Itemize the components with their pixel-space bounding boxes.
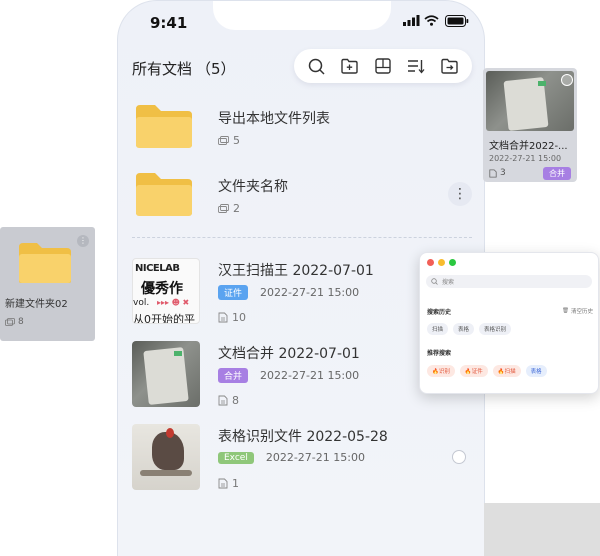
more-icon[interactable]: ⋮ (77, 235, 89, 247)
file-thumbnail: NICELAB 優秀作 vol. ▸▸▸ ☻ ✖ 从0开始的平 (132, 258, 200, 324)
page-icon (218, 478, 228, 489)
file-page-count: 8 (218, 394, 239, 407)
more-icon[interactable]: ⋮ (448, 182, 472, 206)
add-folder-icon[interactable] (339, 55, 361, 77)
recommend-title: 推荐搜索 (427, 350, 452, 357)
file-card-pages: 3 (489, 168, 506, 178)
floating-file-card[interactable]: 文档合并2022-... 2022-27-21 15:00 3 合并 (483, 68, 577, 182)
status-time: 9:41 (150, 14, 188, 32)
page-icon (489, 169, 497, 177)
file-date: 2022-27-21 15:00 (260, 286, 360, 299)
battery-icon (445, 15, 469, 27)
recommend-list: 🔥识别 🔥证件 🔥扫描 表格 (427, 365, 547, 377)
folder-name: 文件夹名称 (218, 179, 288, 195)
preview-panel (484, 503, 600, 556)
sort-icon[interactable] (405, 55, 427, 77)
file-date: 2022-27-21 15:00 (265, 451, 365, 464)
folder-card-name: 新建文件夹02 (5, 299, 68, 310)
recommend-chip[interactable]: 表格 (525, 365, 547, 377)
file-page-count: 10 (218, 311, 246, 324)
file-name: 表格识别文件 2022-05-28 (218, 429, 388, 445)
file-card-date: 2022-27-21 15:00 (489, 154, 562, 163)
notch (213, 1, 391, 30)
folder-row[interactable]: 导出本地文件列表 5 (118, 97, 484, 161)
file-name: 文档合并 2022-07-01 (218, 346, 360, 362)
search-input[interactable]: 搜索 (426, 275, 592, 288)
file-tag: 合并 (218, 368, 249, 383)
select-radio[interactable] (561, 74, 573, 86)
page-icon (218, 395, 228, 406)
file-row[interactable]: 表格识别文件 2022-05-28 Excel 2022-27-21 15:00… (118, 421, 484, 497)
history-chip[interactable]: 表格识别 (479, 323, 512, 335)
file-meta: Excel 2022-27-21 15:00 (218, 451, 365, 464)
recommend-chip[interactable]: 🔥识别 (427, 365, 455, 377)
file-tag: 证件 (218, 285, 249, 300)
file-card-tag: 合并 (543, 167, 571, 180)
file-tag: Excel (218, 451, 254, 464)
folder-icon (136, 105, 192, 148)
stack-icon (5, 318, 15, 326)
file-thumbnail (132, 341, 200, 407)
page-icon (218, 312, 228, 323)
floating-folder-card[interactable]: ⋮ 新建文件夹02 8 (0, 227, 95, 341)
folder-icon (19, 243, 71, 283)
search-icon[interactable] (306, 55, 328, 77)
history-chip[interactable]: 表格 (453, 323, 475, 335)
file-meta: 合并 2022-27-21 15:00 (218, 368, 359, 383)
minimize-icon[interactable] (438, 259, 445, 266)
file-meta: 证件 2022-27-21 15:00 (218, 285, 359, 300)
clear-history-button[interactable]: 🗑 清空历史 (562, 307, 593, 315)
maximize-icon[interactable] (449, 259, 456, 266)
stack-icon (218, 204, 229, 213)
file-thumbnail (132, 424, 200, 490)
file-date: 2022-27-21 15:00 (260, 369, 360, 382)
folder-card-count: 8 (5, 317, 24, 327)
file-card-name: 文档合并2022-... (489, 141, 568, 152)
wifi-icon (424, 15, 439, 26)
file-page-count: 1 (218, 477, 239, 490)
window-controls (427, 259, 456, 266)
recommend-chip[interactable]: 🔥证件 (459, 365, 488, 377)
divider (132, 237, 472, 238)
history-title: 搜索历史 (427, 309, 452, 316)
folder-name: 导出本地文件列表 (218, 111, 330, 127)
history-chip[interactable]: 扫描 (427, 323, 449, 335)
close-icon[interactable] (427, 259, 434, 266)
file-name: 汉王扫描王 2022-07-01 (218, 263, 374, 279)
select-radio[interactable] (452, 450, 466, 464)
trash-icon: 🗑 (562, 308, 569, 314)
folder-item-count: 2 (218, 202, 240, 215)
recommend-chip[interactable]: 🔥扫描 (492, 365, 521, 377)
folder-row[interactable]: 文件夹名称 2 (118, 165, 484, 229)
layout-icon[interactable] (372, 55, 394, 77)
search-icon (431, 278, 438, 285)
move-folder-icon[interactable] (438, 55, 460, 77)
search-window: 搜索 搜索历史 🗑 清空历史 扫描 表格 表格识别 推荐搜索 🔥识别 🔥证件 🔥扫… (419, 252, 599, 394)
stack-icon (218, 136, 229, 145)
folder-icon (136, 173, 192, 216)
folder-item-count: 5 (218, 134, 240, 147)
signal-icon (403, 15, 420, 26)
page-title: 所有文档 （5） (132, 60, 236, 78)
document-count: （5） (196, 60, 236, 78)
history-list: 扫描 表格 表格识别 (427, 323, 512, 335)
toolbar (294, 49, 472, 83)
